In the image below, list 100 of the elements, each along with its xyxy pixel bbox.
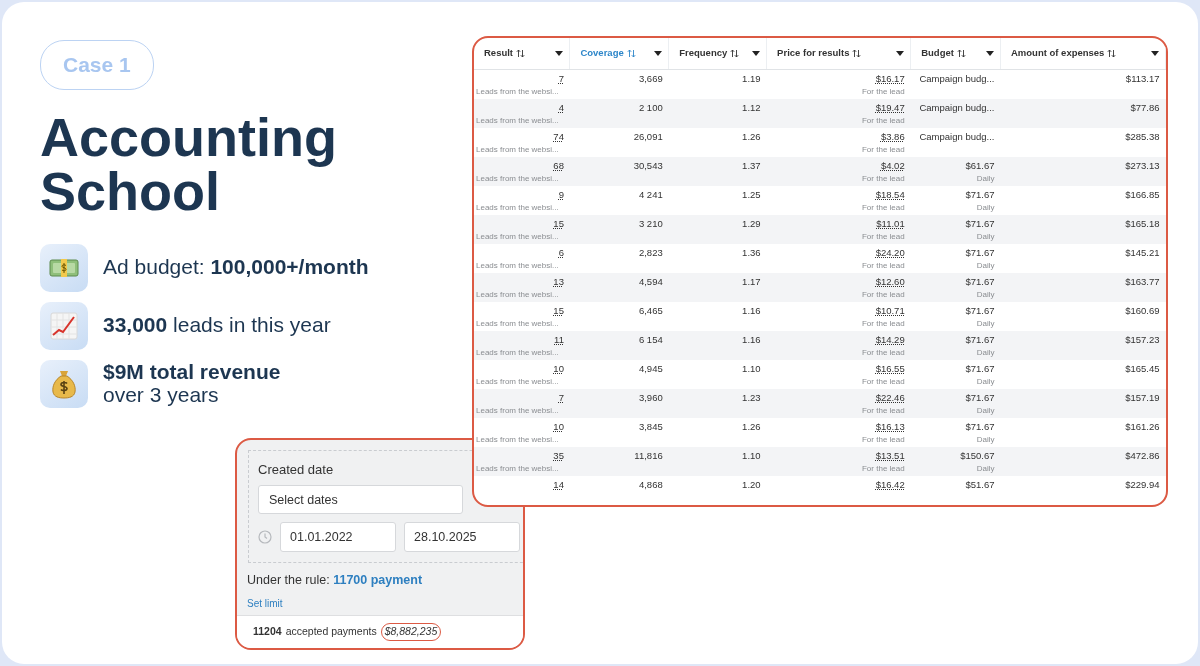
table-cell-text: 1.37 <box>741 158 761 173</box>
cell-caption: Daily <box>975 433 995 445</box>
caret-icon[interactable] <box>752 50 761 56</box>
table-cell-text: 4 <box>557 100 564 115</box>
table-cell-text: $16.42 <box>874 477 905 492</box>
stat-text: 33,000 leads in this year <box>103 314 331 337</box>
cell-caption: For the lead <box>861 85 905 97</box>
cell-caption: Daily <box>975 346 995 358</box>
table-cell-text: $24.20 <box>874 245 905 260</box>
column-header[interactable]: Coverage <box>569 38 669 69</box>
caret-icon[interactable] <box>555 50 564 56</box>
table-cell-text: Campaign budg... <box>918 129 995 144</box>
sort-icon[interactable] <box>852 48 862 58</box>
table-cell-text: $71.67 <box>964 245 995 260</box>
table-cell-text: $16.17 <box>874 71 905 86</box>
cell-caption: Leads from the websi... <box>476 143 560 155</box>
cell-caption: For the lead <box>861 433 905 445</box>
table-cell-text: $16.55 <box>874 361 905 376</box>
caret-icon[interactable] <box>654 50 663 56</box>
case-label: Case 1 <box>40 40 154 90</box>
table-cell-text: 1.16 <box>741 332 761 347</box>
table-cell-text: 4,945 <box>637 361 663 376</box>
table-cell-text: $71.67 <box>964 274 995 289</box>
table-cell-text: 3,669 <box>637 71 663 86</box>
cell-caption: For the lead <box>861 375 905 387</box>
table-cell-text: 1.25 <box>741 187 761 202</box>
stat-text: Ad budget: 100,000+/month <box>103 256 369 279</box>
banknote-icon <box>49 256 79 279</box>
set-limit-link[interactable]: Set limit <box>247 595 283 611</box>
table-cell-text: 6 <box>557 245 564 260</box>
column-header[interactable]: Price for results <box>766 38 911 69</box>
cell-caption: For the lead <box>861 346 905 358</box>
caret-icon[interactable] <box>985 50 994 56</box>
table-cell-text: Campaign budg... <box>918 71 995 86</box>
table-cell-text: 10 <box>552 361 564 376</box>
table-cell-text: $11.01 <box>875 216 905 231</box>
clock-icon <box>258 530 272 544</box>
date-field[interactable]: 01.01.2022 <box>280 522 396 552</box>
table-cell-text: $166.85 <box>1124 187 1160 202</box>
table-cell-text: 26,091 <box>632 129 663 144</box>
caret-icon[interactable] <box>896 50 905 56</box>
table-cell-text: $160.69 <box>1124 303 1160 318</box>
table-cell-text: $157.23 <box>1124 332 1160 347</box>
column-header[interactable]: Result <box>474 38 570 69</box>
cell-caption: Leads from the websi... <box>476 462 560 474</box>
table-cell-text: $13.51 <box>874 448 905 463</box>
cell-caption: Leads from the websi... <box>476 346 560 358</box>
table-cell-text: 1.10 <box>741 361 761 376</box>
table-cell-text: $285.38 <box>1124 129 1160 144</box>
table-cell-text: Campaign budg... <box>918 100 995 115</box>
table-cell-text: $71.67 <box>964 216 995 231</box>
table-cell-text: $12.60 <box>874 274 905 289</box>
sort-icon[interactable] <box>516 48 526 58</box>
table-cell-text: $472.86 <box>1124 448 1160 463</box>
table-cell-text: $18.54 <box>874 187 905 202</box>
table-cell-text: 3,960 <box>637 390 663 405</box>
cell-caption: Daily <box>975 317 995 329</box>
table-cell-text: 1.10 <box>741 448 761 463</box>
cell-caption: For the lead <box>861 317 905 329</box>
table-cell-text: $16.13 <box>874 419 905 434</box>
table-cell-text: $113.17 <box>1124 71 1160 86</box>
cell-caption: For the lead <box>861 404 905 416</box>
table-cell-text: $165.45 <box>1124 361 1160 376</box>
cell-caption: Leads from the websi... <box>476 317 560 329</box>
field-label: Created date <box>258 461 334 479</box>
table-cell-text: $71.67 <box>964 361 995 376</box>
table-cell-text: 15 <box>552 303 564 318</box>
table-cell-text: 4,594 <box>637 274 663 289</box>
cell-caption: Leads from the websi... <box>476 404 560 416</box>
sort-icon[interactable] <box>730 48 740 58</box>
table-cell-text: 1.36 <box>741 245 761 260</box>
table-cell-text: $157.19 <box>1124 390 1160 405</box>
table-cell-text: 13 <box>552 274 564 289</box>
table-cell-text: 1.29 <box>741 216 761 231</box>
table-cell-text: $150.67 <box>959 448 995 463</box>
table-cell-text: 1.26 <box>741 129 761 144</box>
cell-caption: Daily <box>975 201 995 213</box>
cell-caption: For the lead <box>861 230 905 242</box>
table-cell-text: 14 <box>552 477 564 492</box>
table-cell-text: 1.23 <box>741 390 761 405</box>
table-cell-text: 1.12 <box>741 100 761 115</box>
cell-caption: Daily <box>975 375 995 387</box>
caret-icon[interactable] <box>1151 50 1159 56</box>
sort-icon[interactable] <box>956 48 966 58</box>
cell-caption: For the lead <box>861 172 905 184</box>
table-cell-text: 6,465 <box>637 303 663 318</box>
select-field[interactable]: Select dates <box>258 485 463 514</box>
column-header[interactable]: Budget <box>910 38 1001 69</box>
cell-caption: Leads from the websi... <box>476 375 560 387</box>
date-field[interactable]: 28.10.2025 <box>404 522 520 552</box>
table-cell-text: 7 <box>557 71 564 86</box>
cell-caption: Daily <box>975 404 995 416</box>
table-cell-text: 3 210 <box>637 216 663 231</box>
cell-caption: Leads from the websi... <box>476 114 560 126</box>
column-header[interactable]: Frequency <box>668 38 767 69</box>
table-cell-text: 2,823 <box>637 245 663 260</box>
table-cell-text: 1.17 <box>741 274 761 289</box>
column-header[interactable]: Amount of expenses <box>1000 38 1166 69</box>
cell-caption: Leads from the websi... <box>476 172 560 184</box>
sort-icon[interactable] <box>1107 48 1117 58</box>
